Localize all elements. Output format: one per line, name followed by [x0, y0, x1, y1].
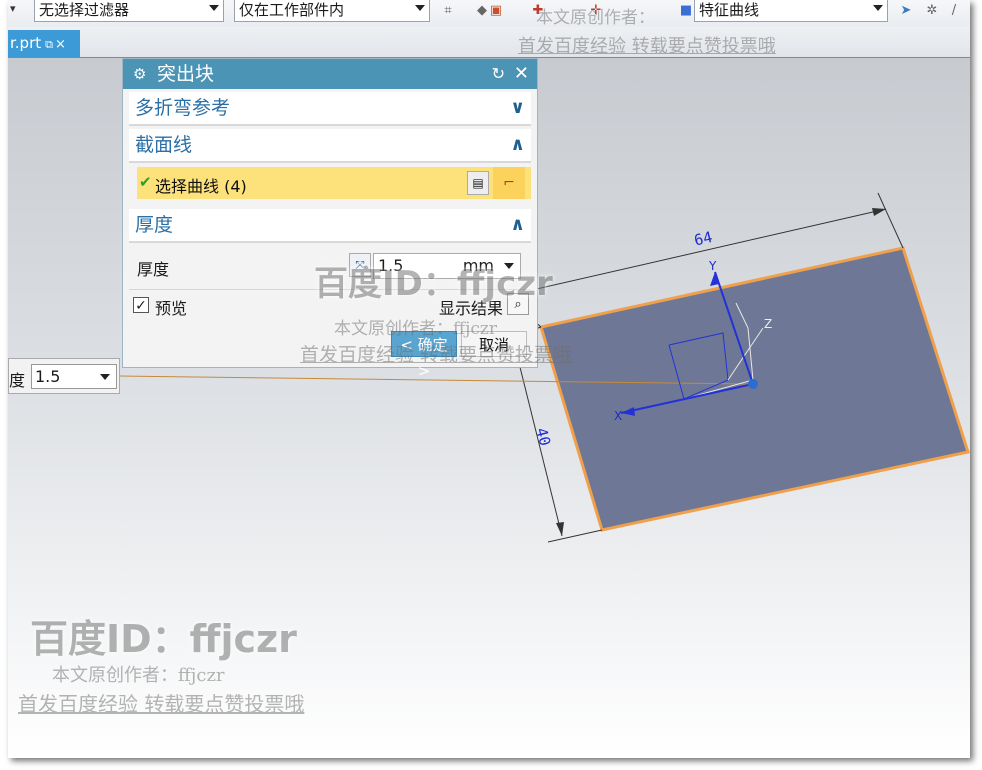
chevron-down-icon — [100, 374, 110, 380]
watermark-author-bottom: 本文原创作者：ffjczr — [52, 665, 225, 686]
dialog-title-bar[interactable]: ⚙ 突出块 ↻ ✕ — [123, 59, 537, 89]
chevron-down-icon — [873, 5, 883, 11]
watermark-top-author: 本文原创作者： — [536, 8, 655, 28]
watermark-author-center: 本文原创作者：ffjczr — [334, 319, 497, 339]
watermark-id-bottom: 百度ID：ffjczr — [30, 617, 297, 661]
edit-icon[interactable]: ▣ — [488, 3, 504, 19]
app-window: ▾ 无选择过滤器 仅在工作部件内 ⌗ ◆ ▣ ✚ ✛ ■ 特征曲线 ➤ ✲ / … — [8, 0, 970, 758]
sketch-section-button[interactable]: ▤ — [467, 171, 489, 195]
thickness-label: 厚度 — [137, 260, 170, 279]
chevron-down-icon — [415, 5, 425, 11]
selection-toolbar: ▾ 无选择过滤器 仅在工作部件内 ⌗ ◆ ▣ ✚ ✛ ■ 特征曲线 ➤ ✲ / — [8, 0, 970, 28]
onscreen-thickness-value: 1.5 — [35, 367, 61, 386]
x-axis-label: X — [614, 409, 622, 423]
chevron-up-icon[interactable]: ∧ — [510, 209, 525, 241]
select-curve-label: 选择曲线 (4) — [155, 177, 247, 196]
dialog-title: 突出块 — [157, 63, 215, 85]
snap-icon[interactable]: ⌗ — [440, 3, 456, 19]
chevron-down-icon — [209, 5, 219, 11]
chevron-up-icon[interactable]: ∧ — [510, 129, 525, 161]
gear-icon[interactable]: ⚙ — [133, 59, 146, 89]
arrow-icon[interactable]: ➤ — [898, 3, 914, 19]
filter-select[interactable]: 无选择过滤器 — [34, 0, 224, 22]
section-thickness[interactable]: 厚度 ∧ — [129, 209, 531, 243]
toolbar-arrow-icon[interactable]: ▾ — [10, 2, 16, 15]
origin-point[interactable] — [748, 379, 758, 389]
check-icon: ✔ — [139, 173, 152, 191]
dim-64-label[interactable]: 64 — [692, 228, 714, 250]
onscreen-thickness-input[interactable]: 度 1.5 — [8, 358, 120, 394]
tab-label: r.prt — [10, 34, 42, 52]
onscreen-thickness-field[interactable]: 1.5 — [31, 364, 117, 389]
watermark-id-center: 百度ID：ffjczr — [314, 264, 553, 304]
y-axis-label: Y — [708, 259, 717, 273]
curve-rule-select[interactable]: 特征曲线 — [694, 0, 888, 22]
section-label: 多折弯参考 — [135, 97, 231, 119]
pin-tab-icon[interactable]: ⧉ — [45, 38, 53, 51]
dim-40-label[interactable]: 40 — [532, 426, 554, 448]
chevron-down-icon[interactable]: ∨ — [510, 92, 525, 124]
slash-icon[interactable]: / — [946, 3, 962, 19]
cube-icon[interactable]: ■ — [678, 3, 694, 19]
sheet-plate[interactable] — [539, 246, 970, 532]
section-section-curve[interactable]: 截面线 ∧ — [129, 129, 531, 163]
dim-64-extension-right — [877, 192, 904, 249]
watermark-top-publish: 首发百度经验 转载要点赞投票哦 — [518, 36, 776, 57]
section-multi-bend-ref[interactable]: 多折弯参考 ∨ — [129, 92, 531, 126]
z-axis-label: Z — [764, 317, 772, 331]
watermark-publish-bottom: 首发百度经验 转载要点赞投票哦 — [18, 692, 305, 716]
dim-64-arrow — [872, 208, 886, 216]
preview-label: 预览 — [155, 299, 188, 318]
tab-document[interactable]: r.prt ⧉ × — [8, 30, 80, 57]
close-tab-icon[interactable]: × — [55, 37, 66, 52]
settings-icon[interactable]: ✲ — [924, 3, 940, 19]
scope-select[interactable]: 仅在工作部件内 — [234, 0, 430, 22]
filter-select-value: 无选择过滤器 — [39, 1, 130, 19]
curve-rule-value: 特征曲线 — [699, 1, 760, 19]
onscreen-thickness-label: 度 — [9, 371, 26, 390]
reset-icon[interactable]: ↻ — [492, 59, 505, 89]
section-label: 厚度 — [135, 214, 174, 236]
section-label: 截面线 — [135, 134, 193, 156]
scope-select-value: 仅在工作部件内 — [239, 1, 345, 19]
close-icon[interactable]: ✕ — [514, 59, 529, 89]
curve-selection-button[interactable]: ⌐ — [493, 167, 525, 199]
preview-checkbox[interactable]: ✓ — [133, 297, 149, 314]
document-tab-bar: r.prt ⧉ × — [8, 27, 970, 58]
dim-40-arrow — [556, 522, 564, 536]
select-curve-row[interactable]: ✔ 选择曲线 (4) ▤ ⌐ — [137, 167, 531, 199]
watermark-publish-center: 首发百度经验 转载要点赞投票哦 — [300, 344, 573, 366]
dim-40-extension-bottom — [547, 529, 603, 543]
